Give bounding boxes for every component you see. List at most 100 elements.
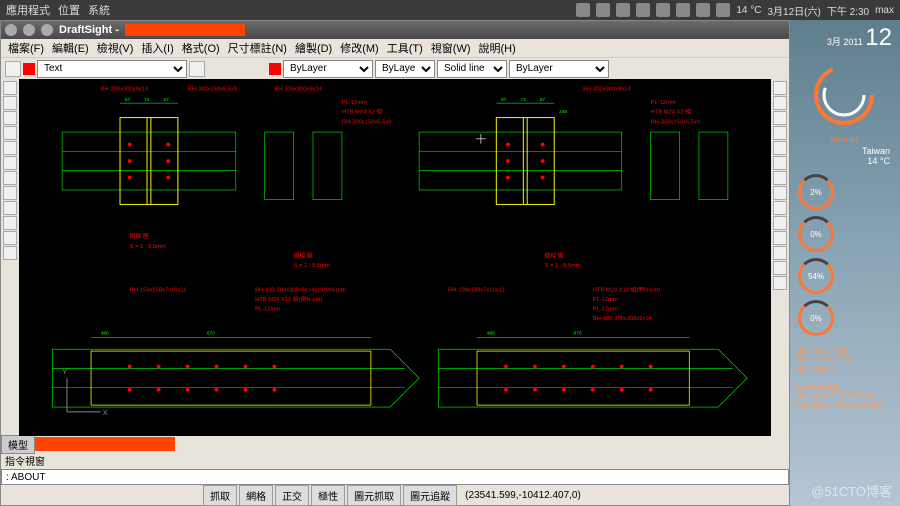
date-year: 2011 (843, 37, 862, 47)
ortho-toggle[interactable]: 正交 (275, 485, 309, 506)
tray-icon[interactable] (716, 3, 730, 17)
arc-tool-icon[interactable] (3, 126, 17, 140)
processes-label: Processes: 278 (796, 355, 892, 364)
svg-text:RH-300x150x5.5x9: RH-300x150x5.5x9 (342, 119, 391, 125)
weather-location: Taiwan (798, 146, 890, 156)
svg-text:BH-300x300x9x14: BH-300x300x9x14 (583, 87, 631, 93)
dimension-tool-icon[interactable] (3, 186, 17, 200)
tray-icon[interactable] (656, 3, 670, 17)
regen-tool-icon[interactable] (773, 126, 787, 140)
svg-text:BH-430-300x308x8x14x13(MN-pat): BH-430-300x308x8x14x13(MN-pat) (255, 287, 346, 293)
tray-icon[interactable] (616, 3, 630, 17)
os-menu-apps[interactable]: 應用程式 (6, 2, 50, 18)
menu-dimension[interactable]: 尺寸標註(N) (225, 40, 290, 56)
menu-view[interactable]: 檢視(V) (94, 40, 137, 56)
tray-user[interactable]: max (875, 5, 894, 16)
layer-select[interactable]: Text (37, 60, 187, 78)
tray-icon[interactable] (696, 3, 710, 17)
svg-text:57: 57 (125, 97, 131, 103)
explode-tool-icon[interactable] (773, 246, 787, 260)
color-select[interactable]: ByLayer (283, 60, 373, 78)
tray-icon[interactable] (576, 3, 590, 17)
weather-temp: 14 °C (798, 156, 890, 166)
hatch-tool-icon[interactable] (3, 171, 17, 185)
tray-date[interactable]: 3月12日(六) (767, 3, 820, 18)
os-menu-places[interactable]: 位置 (58, 2, 80, 18)
menu-help[interactable]: 說明(H) (476, 40, 519, 56)
tray-icon[interactable] (636, 3, 650, 17)
svg-text:HTB M24 X12 組(倒N-pat): HTB M24 X12 組(倒N-pat) (593, 285, 660, 293)
tray-icon[interactable] (596, 3, 610, 17)
system-info: Uptime: 3h 3m Processes: 278 Running: 0 … (792, 342, 896, 413)
linetype-mode-select[interactable]: ByLayer (375, 60, 435, 78)
svg-text:670: 670 (207, 331, 215, 337)
command-input[interactable] (1, 469, 789, 485)
uptime-label: Uptime: 3h 3m (796, 346, 892, 355)
erase-tool-icon[interactable] (773, 231, 787, 245)
polyline-tool-icon[interactable] (3, 141, 17, 155)
grid-toggle[interactable]: 網格 (239, 485, 273, 506)
date-widget: 3月 2011 12 (792, 20, 896, 56)
redacted-layout-tabs (35, 437, 175, 451)
grid-tool-icon[interactable] (773, 216, 787, 230)
model-tab[interactable]: 模型 (1, 435, 35, 454)
close-icon[interactable] (5, 24, 17, 36)
os-menu-system[interactable]: 系統 (88, 2, 110, 18)
props-tool-icon[interactable] (773, 156, 787, 170)
text-tool-icon[interactable] (3, 156, 17, 170)
menu-format[interactable]: 格式(O) (179, 40, 223, 56)
menu-file[interactable]: 檔案(F) (5, 40, 47, 56)
pan-tool-icon[interactable] (773, 96, 787, 110)
tray-time[interactable]: 下午 2:30 (827, 3, 869, 18)
disk-gauge: 54% (798, 258, 834, 294)
ubuntu-label: ubuntu (792, 134, 896, 144)
minimize-icon[interactable] (23, 24, 35, 36)
kernel-label: Kernel 2.6.35-25-generic (796, 400, 892, 409)
drawing-canvas[interactable]: BH-300x300x9x14 RH-300x150x5.5x9 BH-300x… (19, 79, 771, 436)
svg-text:HTB M24 X2 組: HTB M24 X2 組 (342, 108, 383, 116)
layer-tool-icon[interactable] (773, 141, 787, 155)
layer-manager-icon[interactable] (189, 61, 205, 77)
polar-toggle[interactable]: 極性 (311, 485, 345, 506)
circle-tool-icon[interactable] (3, 111, 17, 125)
esnap-toggle[interactable]: 圖元抓取 (347, 485, 401, 506)
offset-tool-icon[interactable] (3, 246, 17, 260)
svg-text:BH-300x300x9x14: BH-300x300x9x14 (101, 87, 149, 93)
watermark: @51CTO博客 (811, 481, 892, 500)
move-tool-icon[interactable] (3, 201, 17, 215)
svg-text:480: 480 (101, 331, 109, 337)
rect-tool-icon[interactable] (3, 96, 17, 110)
layer-toolbar: Text ByLayer ByLayer Solid line ByLayer (1, 57, 789, 79)
rotate-tool-icon[interactable] (773, 276, 787, 290)
svg-text:RH-198x198x7x10x11: RH-198x198x7x10x11 (448, 287, 505, 293)
tray-icon[interactable] (676, 3, 690, 17)
zoom-tool-icon[interactable] (773, 81, 787, 95)
menu-modify[interactable]: 修改(M) (337, 40, 382, 56)
print-tool-icon[interactable] (773, 186, 787, 200)
color-swatch-icon[interactable] (23, 63, 35, 75)
trim-tool-icon[interactable] (3, 231, 17, 245)
layer-state-icon[interactable] (5, 61, 21, 77)
menu-tools[interactable]: 工具(T) (384, 40, 426, 56)
measure-tool-icon[interactable] (773, 171, 787, 185)
date-day: 12 (865, 24, 892, 51)
snap-toggle[interactable]: 抓取 (203, 485, 237, 506)
menu-window[interactable]: 視窗(W) (428, 40, 474, 56)
gauge-column: 2% 0% 54% 0% (792, 168, 896, 342)
mirror-tool-icon[interactable] (773, 261, 787, 275)
workspace: BH-300x300x9x14 RH-300x150x5.5x9 BH-300x… (1, 79, 789, 436)
linetype-select[interactable]: Solid line (437, 60, 507, 78)
etrack-toggle[interactable]: 圖元追蹤 (403, 485, 457, 506)
lineweight-select[interactable]: ByLayer (509, 60, 609, 78)
svg-text:74: 74 (520, 97, 526, 103)
desktop-widgets: 3月 2011 12 ubuntu Taiwan 14 °C 2% 0% 54%… (792, 20, 896, 413)
snap-tool-icon[interactable] (773, 201, 787, 215)
menu-draw[interactable]: 繪製(D) (292, 40, 335, 56)
orbit-tool-icon[interactable] (773, 111, 787, 125)
window-title: DraftSight - (59, 24, 119, 36)
menu-edit[interactable]: 編輯(E) (49, 40, 92, 56)
line-tool-icon[interactable] (3, 81, 17, 95)
menu-insert[interactable]: 插入(I) (138, 40, 176, 56)
copy-tool-icon[interactable] (3, 216, 17, 230)
maximize-icon[interactable] (41, 24, 53, 36)
